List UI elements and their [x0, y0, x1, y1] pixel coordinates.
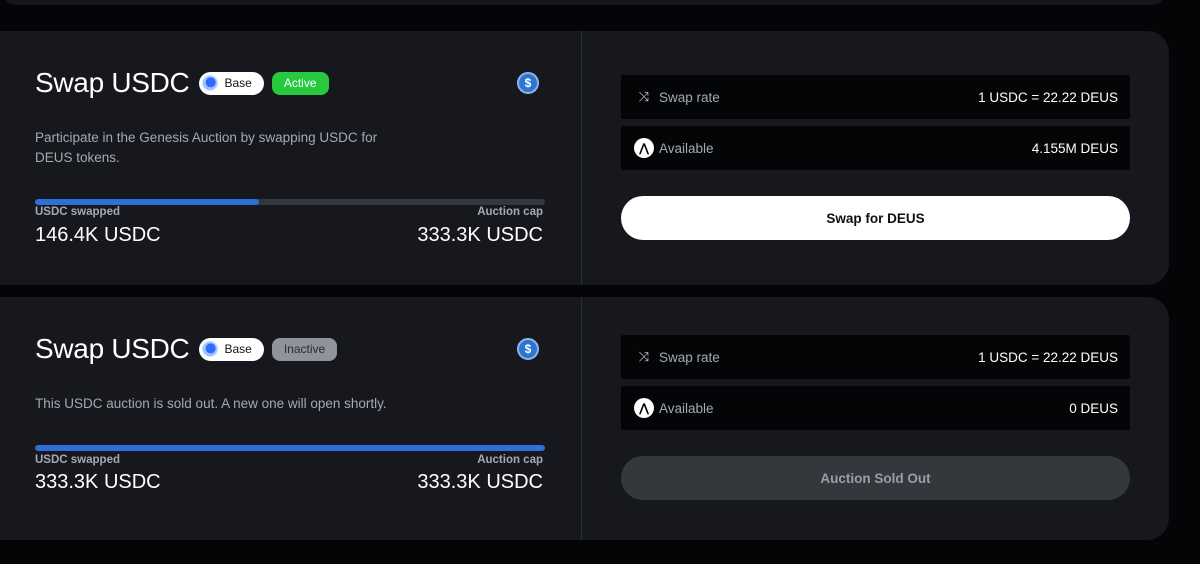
cap-label: Auction cap: [477, 206, 543, 218]
swap-for-deus-button[interactable]: Swap for DEUS: [621, 196, 1130, 240]
shuffle-icon: ⤨: [638, 89, 650, 104]
swap-rate-row: ⤨ Swap rate 1 USDC = 22.22 DEUS: [621, 335, 1130, 379]
auction-title: Swap USDC: [35, 333, 190, 364]
base-chain-icon: [202, 75, 219, 91]
available-value: 4.155M DEUS: [1031, 140, 1118, 156]
shuffle-icon: ⤨: [638, 349, 650, 364]
chain-badge: Base: [199, 337, 264, 361]
usdc-coin-icon: $: [517, 338, 539, 360]
swapped-label: USDC swapped: [35, 206, 120, 218]
swapped-value: 333.3K USDC: [35, 471, 161, 493]
base-chain-icon: [202, 341, 219, 357]
deus-token-icon: ⋀: [634, 138, 654, 158]
chain-label: Base: [224, 342, 252, 356]
auction-description: Participate in the Genesis Auction by sw…: [35, 130, 378, 165]
cap-value: 333.3K USDC: [417, 471, 543, 493]
auction-info-panel: Swap USDC Base Inactive $ This USDC auct…: [0, 297, 582, 540]
available-label: Available: [659, 140, 714, 156]
progress-fill: [35, 199, 259, 205]
swap-rate-value: 1 USDC = 22.22 DEUS: [978, 349, 1118, 365]
usdc-coin-icon: $: [517, 72, 539, 94]
progress-fill: [35, 445, 545, 451]
auction-sold-out-button[interactable]: Auction Sold Out: [621, 456, 1130, 500]
auction-description: This USDC auction is sold out. A new one…: [35, 396, 387, 411]
status-badge: Inactive: [271, 337, 338, 361]
swapped-label: USDC swapped: [35, 454, 120, 466]
auction-info-panel: Swap USDC Base Active $ Participate in t…: [0, 31, 582, 285]
swapped-value: 146.4K USDC: [35, 224, 161, 246]
cap-value: 333.3K USDC: [417, 224, 543, 246]
swap-rate-label: Swap rate: [659, 349, 720, 365]
available-row: ⋀ Available 0 DEUS: [621, 386, 1130, 430]
swap-rate-row: ⤨ Swap rate 1 USDC = 22.22 DEUS: [621, 75, 1130, 119]
status-badge: Active: [271, 71, 329, 95]
available-row: ⋀ Available 4.155M DEUS: [621, 126, 1130, 170]
auction-progress-bar: [35, 199, 545, 205]
auction-card-inactive: Swap USDC Base Inactive $ This USDC auct…: [0, 297, 1169, 540]
deus-token-icon: ⋀: [634, 398, 654, 418]
auction-progress-bar: [35, 445, 545, 451]
auction-card-active: Swap USDC Base Active $ Participate in t…: [0, 31, 1169, 285]
swap-rate-value: 1 USDC = 22.22 DEUS: [978, 89, 1118, 105]
swap-rate-label: Swap rate: [659, 89, 720, 105]
swap-panel: ⤨ Swap rate 1 USDC = 22.22 DEUS ⋀ Availa…: [582, 31, 1169, 285]
chain-badge: Base: [199, 71, 264, 95]
auction-title: Swap USDC: [35, 67, 190, 98]
available-label: Available: [659, 400, 714, 416]
chain-label: Base: [224, 76, 252, 90]
swap-panel: ⤨ Swap rate 1 USDC = 22.22 DEUS ⋀ Availa…: [582, 297, 1169, 540]
auction-title-row: Swap USDC Base Inactive: [35, 333, 338, 364]
available-value: 0 DEUS: [1069, 400, 1118, 416]
auction-title-row: Swap USDC Base Active: [35, 68, 329, 98]
auction-page: Swap USDC Base Active $ Participate in t…: [0, 0, 1200, 564]
previous-card-edge: [0, 0, 1168, 5]
cap-label: Auction cap: [477, 454, 543, 466]
